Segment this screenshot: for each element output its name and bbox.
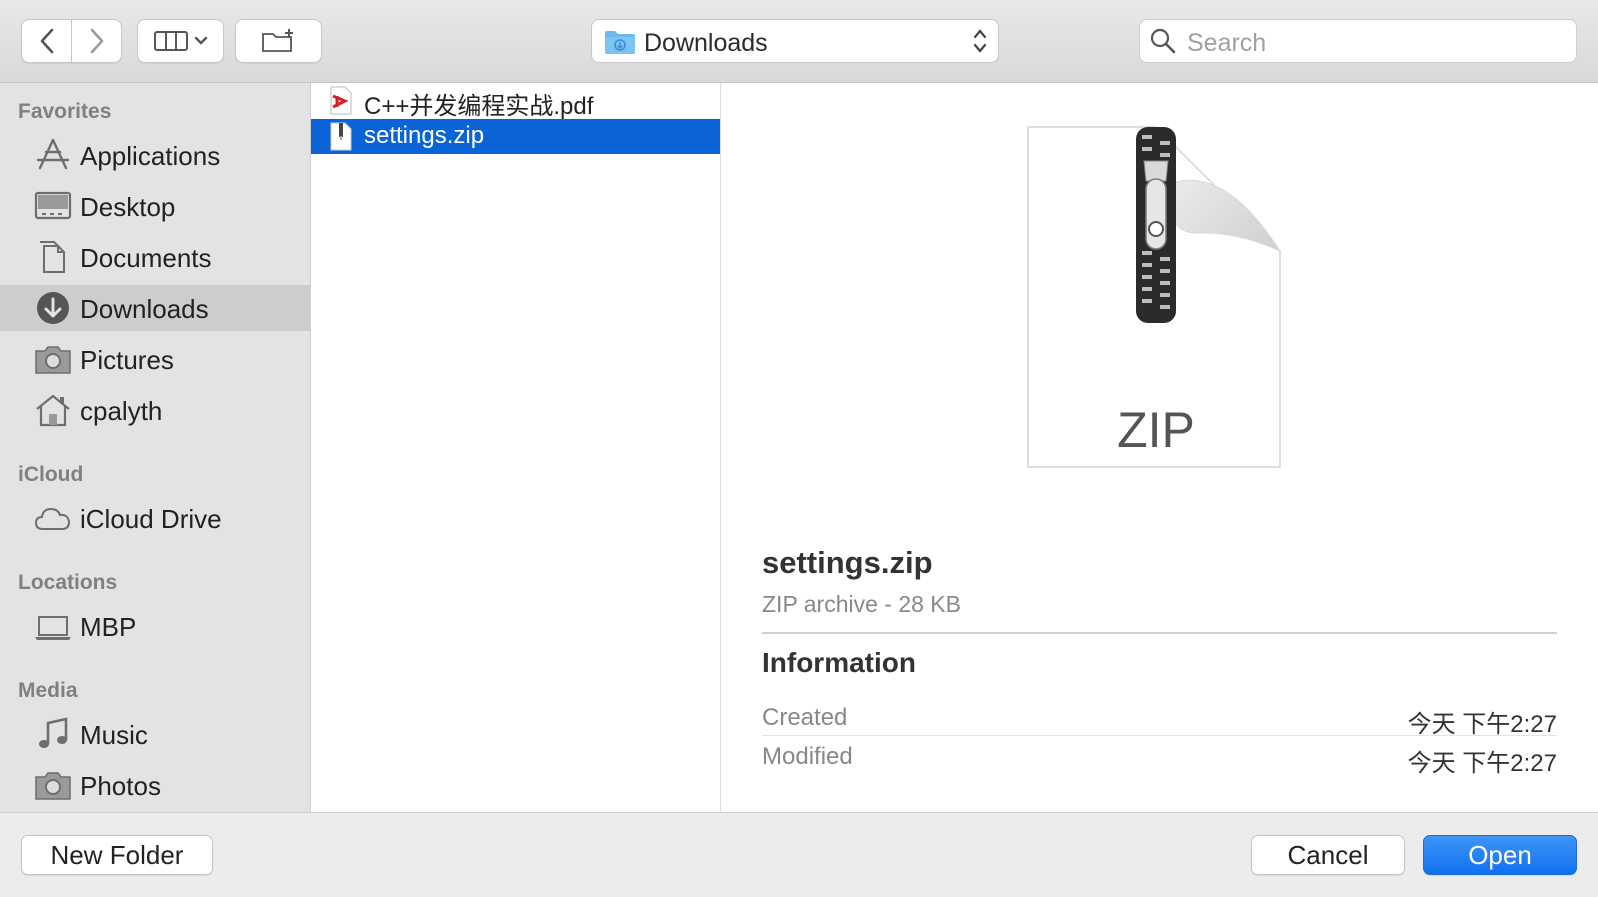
sidebar-item-icloud-drive[interactable]: iCloud Drive [0, 495, 310, 541]
sidebar-item-label: iCloud Drive [80, 504, 222, 534]
new-folder-toolbar-button[interactable] [235, 19, 322, 63]
location-label: Downloads [644, 29, 768, 57]
sidebar-item-applications[interactable]: Applications [0, 132, 310, 178]
section-title-icloud: iCloud [18, 463, 84, 486]
laptop-icon [35, 616, 71, 640]
section-title-favorites: Favorites [18, 100, 112, 123]
section-title-locations: Locations [18, 571, 118, 594]
sidebar-item-label: Photos [80, 771, 161, 801]
sidebar-item-label: Desktop [80, 192, 176, 222]
section-title-media: Media [18, 679, 78, 702]
chevron-left-icon [40, 28, 53, 54]
created-label: Created [762, 704, 848, 731]
bottom-bar: New Folder Cancel Open [0, 812, 1598, 897]
sidebar-item-label: cpalyth [80, 396, 163, 426]
forward-button[interactable] [71, 19, 122, 63]
preview-file-name: settings.zip [762, 545, 933, 580]
file-name: C++并发编程实战.pdf [364, 93, 594, 120]
back-button[interactable] [21, 19, 72, 63]
applications-icon [36, 138, 70, 170]
sidebar-item-downloads[interactable]: Downloads [0, 285, 310, 331]
cancel-button[interactable]: Cancel [1251, 835, 1405, 875]
divider [762, 735, 1557, 736]
created-value: 今天 下午2:27 [1407, 711, 1557, 738]
modified-value: 今天 下午2:27 [1407, 750, 1557, 777]
preview-file-kind: ZIP archive - 28 KB [762, 591, 961, 617]
downloads-folder-icon [605, 31, 635, 54]
open-button[interactable]: Open [1423, 835, 1577, 875]
information-heading: Information [762, 647, 916, 678]
divider [762, 632, 1557, 634]
sidebar-item-label: Downloads [80, 294, 209, 324]
sidebar-item-mbp[interactable]: MBP [0, 603, 310, 649]
file-row-selected[interactable]: settings.zip [311, 119, 720, 154]
downloads-icon [37, 292, 69, 324]
documents-icon [40, 241, 65, 273]
pictures-icon [35, 346, 71, 374]
sidebar-item-home[interactable]: cpalyth [0, 387, 310, 433]
search-field[interactable]: Search [1139, 19, 1577, 63]
column-view-icon [153, 31, 188, 51]
file-list: C++并发编程实战.pdf settings.zip [311, 83, 721, 812]
preview-pane: ZIP settings.zip ZIP archive - 28 KB Inf… [721, 83, 1598, 812]
sidebar-item-photos[interactable]: Photos [0, 762, 310, 808]
sidebar-item-documents[interactable]: Documents [0, 234, 310, 280]
view-mode-button[interactable] [137, 19, 224, 63]
sidebar-item-label: Music [80, 720, 148, 750]
sidebar-item-label: MBP [80, 612, 137, 642]
file-name: settings.zip [364, 122, 485, 149]
file-row[interactable]: C++并发编程实战.pdf [311, 83, 720, 120]
sidebar-item-pictures[interactable]: Pictures [0, 336, 310, 382]
location-popup[interactable]: Downloads [591, 19, 999, 63]
pdf-file-icon [330, 86, 352, 115]
search-icon [1150, 28, 1176, 54]
desktop-icon [34, 191, 72, 220]
zip-archive-icon: ZIP [1027, 126, 1282, 468]
chevron-right-icon [90, 28, 103, 54]
toolbar: Downloads Search [0, 0, 1598, 83]
zip-file-icon [330, 122, 352, 151]
cloud-icon [34, 507, 71, 530]
sidebar-item-music[interactable]: Music [0, 711, 310, 757]
music-icon [39, 717, 68, 748]
sidebar-item-label: Applications [80, 141, 221, 171]
modified-label: Modified [762, 743, 853, 770]
new-folder-button[interactable]: New Folder [21, 835, 213, 875]
sidebar-item-desktop[interactable]: Desktop [0, 183, 310, 229]
photos-icon [35, 772, 71, 800]
sidebar-item-label: Documents [80, 243, 212, 273]
zip-icon-label: ZIP [1117, 402, 1195, 458]
sidebar: Favorites Applications Desktop Documents… [0, 83, 311, 812]
new-folder-icon [261, 29, 293, 52]
sidebar-item-label: Pictures [80, 345, 174, 375]
home-icon [36, 394, 70, 427]
search-placeholder: Search [1187, 29, 1267, 57]
chevron-down-icon [194, 36, 207, 45]
up-down-chevron-icon [973, 29, 987, 53]
